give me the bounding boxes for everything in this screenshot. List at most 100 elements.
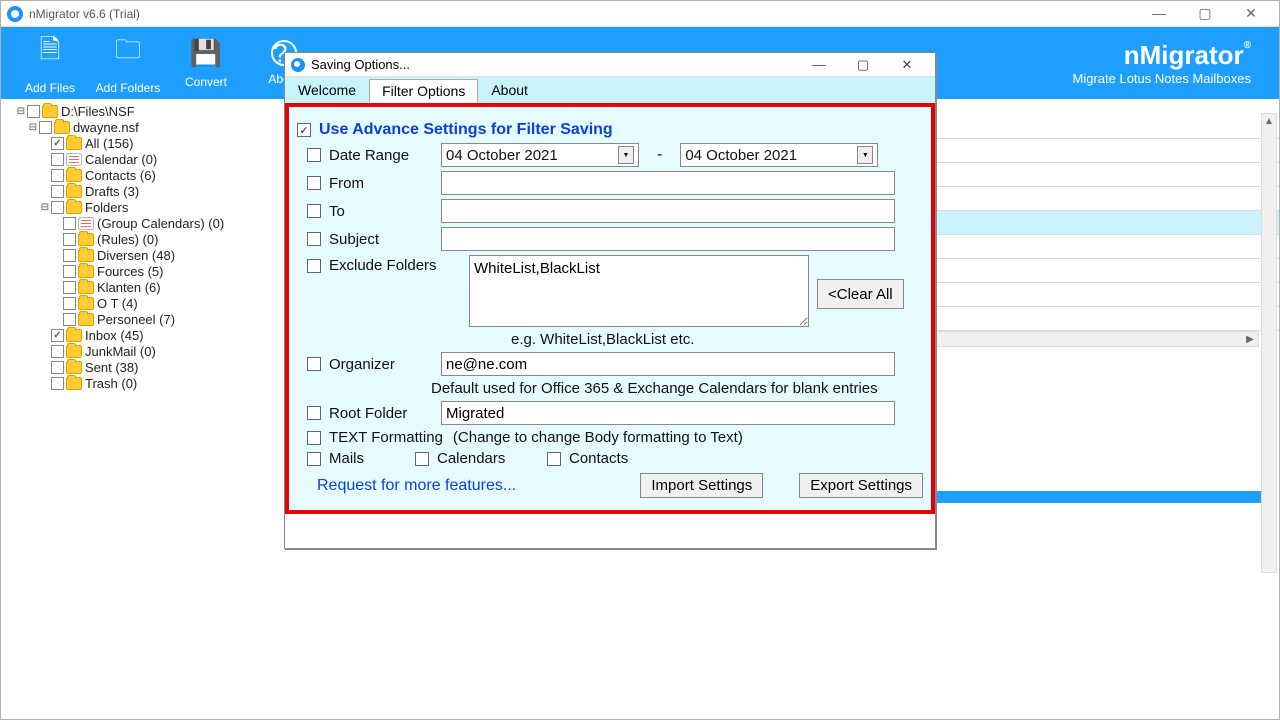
tree-item[interactable]: (Group Calendars) (0) (3, 215, 285, 231)
tree-item[interactable]: JunkMail (0) (3, 343, 285, 359)
tree-checkbox[interactable] (27, 105, 40, 118)
to-input[interactable] (441, 199, 895, 223)
window-close-button[interactable]: ✕ (1237, 5, 1265, 22)
organizer-input[interactable] (441, 352, 895, 376)
tree-item[interactable]: ⊟Folders (3, 199, 285, 215)
root-folder-checkbox[interactable] (307, 406, 321, 420)
app-title: nMigrator v6.6 (Trial) (29, 7, 1145, 21)
folder-icon (78, 281, 94, 294)
calendars-checkbox[interactable] (415, 452, 429, 466)
tab-filter-options[interactable]: Filter Options (369, 79, 478, 103)
request-features-link[interactable]: Request for more features... (317, 477, 516, 495)
main-titlebar: nMigrator v6.6 (Trial) — ▢ ✕ (1, 1, 1279, 27)
toolbar-add-folders[interactable]: 🗀 Add Folders (89, 31, 167, 95)
expand-icon[interactable]: ⊟ (15, 106, 27, 117)
tree-checkbox[interactable] (51, 345, 64, 358)
text-formatting-hint: (Change to change Body formatting to Tex… (453, 429, 743, 446)
scroll-up-icon[interactable]: ▲ (1262, 114, 1276, 130)
advance-settings-checkbox[interactable] (297, 123, 311, 137)
dialog-title: Saving Options... (311, 57, 797, 72)
toolbar-convert[interactable]: 💾 Convert (167, 38, 245, 89)
window-maximize-button[interactable]: ▢ (1191, 5, 1219, 22)
exclude-folders-checkbox[interactable] (307, 259, 321, 273)
folder-icon (78, 233, 94, 246)
date-to-value: 04 October 2021 (685, 147, 797, 164)
folder-icon (66, 169, 82, 182)
tree-checkbox[interactable] (51, 153, 64, 166)
from-checkbox[interactable] (307, 176, 321, 190)
tree-item[interactable]: All (156) (3, 135, 285, 151)
tree-checkbox[interactable] (51, 329, 64, 342)
date-to-picker[interactable]: 04 October 2021 (680, 143, 878, 167)
dialog-minimize-button[interactable]: — (797, 57, 841, 73)
folder-tree[interactable]: ⊟D:\Files\NSF⊟dwayne.nsfAll (156)Calenda… (1, 99, 287, 719)
dialog-maximize-button[interactable]: ▢ (841, 57, 885, 73)
tree-item[interactable]: ⊟D:\Files\NSF (3, 103, 285, 119)
folder-icon (66, 329, 82, 342)
clear-all-button[interactable]: <Clear All (817, 279, 904, 309)
window-minimize-button[interactable]: — (1145, 5, 1173, 22)
dialog-tabs: Welcome Filter Options About (285, 77, 935, 103)
import-settings-button[interactable]: Import Settings (640, 473, 763, 498)
toolbar-add-files[interactable]: 🗎 Add Files (11, 31, 89, 95)
tree-checkbox[interactable] (63, 281, 76, 294)
tree-item-label: Drafts (3) (85, 184, 139, 199)
tree-checkbox[interactable] (63, 233, 76, 246)
tree-item[interactable]: Trash (0) (3, 375, 285, 391)
tree-item[interactable]: Diversen (48) (3, 247, 285, 263)
tree-item[interactable]: Fources (5) (3, 263, 285, 279)
tree-item[interactable]: O T (4) (3, 295, 285, 311)
tree-item[interactable]: Inbox (45) (3, 327, 285, 343)
tree-checkbox[interactable] (51, 377, 64, 390)
date-range-checkbox[interactable] (307, 148, 321, 162)
scroll-right-icon[interactable]: ▶ (1242, 334, 1258, 345)
tree-item[interactable]: (Rules) (0) (3, 231, 285, 247)
tree-checkbox[interactable] (51, 185, 64, 198)
organizer-checkbox[interactable] (307, 357, 321, 371)
tree-checkbox[interactable] (51, 137, 64, 150)
dialog-close-button[interactable]: ✕ (885, 57, 929, 73)
tree-item[interactable]: Klanten (6) (3, 279, 285, 295)
tree-checkbox[interactable] (63, 249, 76, 262)
subject-checkbox[interactable] (307, 232, 321, 246)
expand-icon[interactable]: ⊟ (39, 202, 51, 213)
tree-item[interactable]: Personeel (7) (3, 311, 285, 327)
tree-checkbox[interactable] (51, 201, 64, 214)
from-label: From (329, 175, 441, 192)
tree-item[interactable]: Drafts (3) (3, 183, 285, 199)
folder-icon (42, 105, 58, 118)
tree-checkbox[interactable] (51, 361, 64, 374)
mails-checkbox[interactable] (307, 452, 321, 466)
exclude-folders-input[interactable] (469, 255, 809, 327)
calendar-dropdown-icon[interactable] (857, 146, 873, 164)
tree-checkbox[interactable] (51, 169, 64, 182)
dialog-app-icon (291, 58, 305, 72)
tree-checkbox[interactable] (63, 217, 76, 230)
from-input[interactable] (441, 171, 895, 195)
tree-checkbox[interactable] (39, 121, 52, 134)
to-checkbox[interactable] (307, 204, 321, 218)
text-formatting-label: TEXT Formatting (329, 429, 443, 446)
date-from-picker[interactable]: 04 October 2021 (441, 143, 639, 167)
calendar-dropdown-icon[interactable] (618, 146, 634, 164)
tree-item[interactable]: ⊟dwayne.nsf (3, 119, 285, 135)
contacts-checkbox[interactable] (547, 452, 561, 466)
save-icon: 💾 (190, 38, 222, 69)
tree-item[interactable]: Calendar (0) (3, 151, 285, 167)
export-settings-button[interactable]: Export Settings (799, 473, 923, 498)
tree-checkbox[interactable] (63, 265, 76, 278)
folder-icon (66, 185, 82, 198)
tree-checkbox[interactable] (63, 297, 76, 310)
tab-about[interactable]: About (478, 78, 541, 102)
exclude-folders-label: Exclude Folders (329, 257, 469, 274)
tree-item[interactable]: Sent (38) (3, 359, 285, 375)
tree-item[interactable]: Contacts (6) (3, 167, 285, 183)
root-folder-input[interactable] (441, 401, 895, 425)
subject-input[interactable] (441, 227, 895, 251)
vertical-scrollbar[interactable]: ▲ (1261, 113, 1277, 573)
tree-checkbox[interactable] (63, 313, 76, 326)
text-formatting-checkbox[interactable] (307, 431, 321, 445)
date-from-value: 04 October 2021 (446, 147, 558, 164)
expand-icon[interactable]: ⊟ (27, 122, 39, 133)
tab-welcome[interactable]: Welcome (285, 78, 369, 102)
